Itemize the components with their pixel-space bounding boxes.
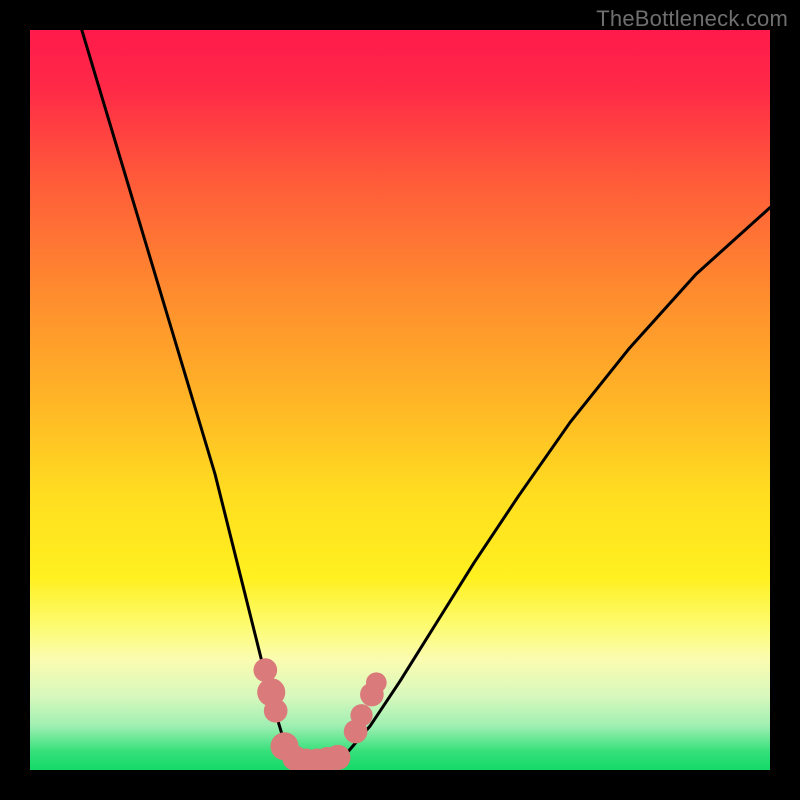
valley-marker [350,704,372,726]
curve-lines [82,30,770,769]
bottleneck-curve [82,30,770,769]
watermark-text: TheBottleneck.com [596,6,788,32]
valley-marker [253,658,277,682]
plot-area [30,30,770,770]
chart-svg [30,30,770,770]
valley-marker [325,745,350,770]
valley-markers [253,658,386,770]
valley-marker [366,672,387,693]
outer-frame: TheBottleneck.com [0,0,800,800]
valley-marker [264,699,288,723]
